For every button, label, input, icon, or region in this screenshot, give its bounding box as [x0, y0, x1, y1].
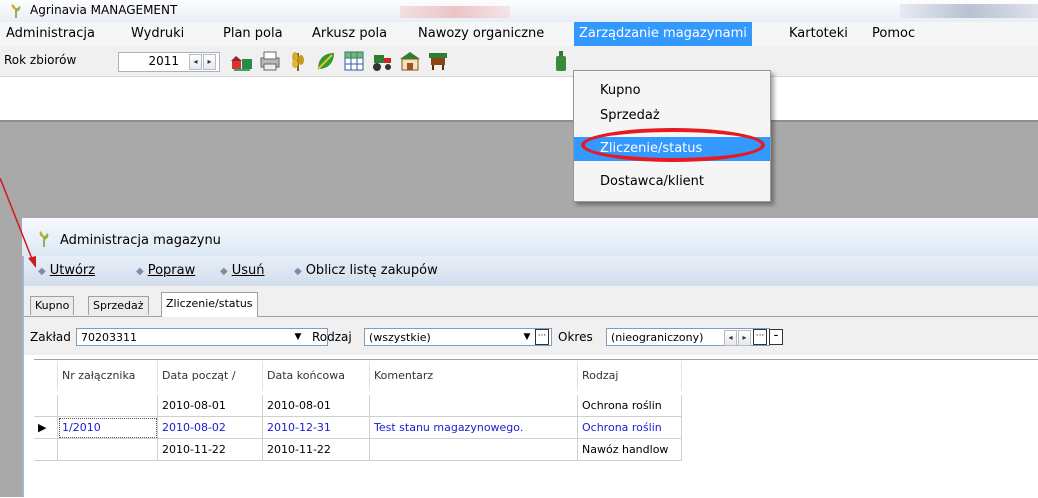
chevron-down-icon[interactable]: ▼ [520, 329, 534, 345]
spin-left-icon[interactable]: ◂ [189, 54, 202, 70]
cell-nr[interactable] [58, 395, 158, 417]
menuitem-dostawca-klient[interactable]: Dostawca/klient [574, 170, 770, 194]
mdi-background [0, 122, 1038, 218]
period-prev-icon[interactable]: ◂ [724, 330, 737, 346]
filter-bar: Zakład 70203311 ▼ Rodzaj (wszystkie) ▼ ·… [24, 317, 1038, 355]
col-header-nr[interactable]: Nr załącznika [58, 361, 158, 391]
cattle-icon[interactable] [426, 49, 450, 73]
tab-strip: Kupno Sprzedaż Zliczenie/status [24, 286, 1038, 317]
menu-plan-pola[interactable]: Plan pola [223, 26, 283, 41]
bullet-icon: ◆ [220, 266, 228, 277]
cell-comment[interactable]: Test stanu magazynowego. [370, 417, 578, 439]
action-calc-shopping-list[interactable]: ◆ Oblicz listę zakupów [294, 263, 438, 278]
printer-icon[interactable] [258, 49, 282, 73]
cell-start[interactable]: 2010-08-02 [158, 417, 263, 439]
warehouse-icon[interactable] [398, 49, 422, 73]
menu-administracja[interactable]: Administracja [6, 26, 95, 41]
chevron-down-icon[interactable]: ▼ [291, 329, 305, 345]
cell-nr[interactable]: 1/2010 [58, 417, 158, 439]
more-icon[interactable]: ··· [753, 329, 767, 345]
spreadsheet-icon[interactable] [342, 49, 366, 73]
cell-start[interactable]: 2010-11-22 [158, 439, 263, 461]
menuitem-kupno[interactable]: Kupno [574, 79, 770, 103]
app-logo-icon [11, 4, 21, 18]
period-next-icon[interactable]: ▸ [738, 330, 751, 346]
storage-window-titlebar: Administracja magazynu [22, 218, 1038, 256]
menuitem-sprzedaz[interactable]: Sprzedaż [574, 104, 770, 128]
menu-pomoc[interactable]: Pomoc [872, 26, 915, 41]
action-create[interactable]: ◆ Utwórz [38, 263, 95, 278]
menu-zarzadzanie-magazynami[interactable]: Zarządzanie magazynami [574, 22, 752, 46]
cell-comment[interactable] [370, 439, 578, 461]
cell-end[interactable]: 2010-12-31 [263, 417, 370, 439]
menu-kartoteki[interactable]: Kartoteki [789, 26, 848, 41]
cell-comment[interactable] [370, 395, 578, 417]
tab-sprzedaz[interactable]: Sprzedaż [88, 296, 149, 315]
storage-window-title: Administracja magazynu [60, 233, 221, 248]
annotation-ellipse [581, 128, 765, 162]
cell-type[interactable]: Ochrona roślin [578, 395, 682, 417]
spin-right-icon[interactable]: ▸ [203, 54, 216, 70]
toolbar: Rok zbiorów 2011 ◂ ▸ [0, 46, 1038, 77]
menu-arkusz-pola[interactable]: Arkusz pola [312, 26, 387, 41]
menu-nawozy-organiczne[interactable]: Nawozy organiczne [418, 26, 544, 41]
col-header-start[interactable]: Data począt / [158, 361, 263, 391]
tab-zliczenie-status[interactable]: Zliczenie/status [161, 292, 258, 317]
year-value: 2011 [148, 54, 179, 68]
clear-icon[interactable]: – [769, 329, 783, 345]
cell-end[interactable]: 2010-08-01 [263, 395, 370, 417]
tab-kupno[interactable]: Kupno [30, 296, 75, 315]
menu-bar: Administracja Wydruki Plan pola Arkusz p… [0, 22, 1038, 47]
action-edit[interactable]: ◆ Popraw [136, 263, 195, 278]
year-spinner[interactable]: 2011 ◂ ▸ [118, 52, 220, 72]
col-header-type[interactable]: Rodzaj [578, 361, 682, 391]
stock-grid: Nr załącznika Data począt / Data końcowa… [34, 359, 1038, 498]
row-pointer-icon: ▶ [34, 417, 58, 439]
more-icon[interactable]: ··· [535, 329, 549, 345]
bottle-icon[interactable] [554, 49, 568, 73]
col-header-end[interactable]: Data końcowa [263, 361, 370, 391]
cell-start[interactable]: 2010-08-01 [158, 395, 263, 417]
farm-icon[interactable] [230, 49, 254, 73]
col-header-comment[interactable]: Komentarz [370, 361, 578, 391]
cell-type[interactable]: Nawóz handlow [578, 439, 682, 461]
tractor-icon[interactable] [370, 49, 394, 73]
cell-type[interactable]: Ochrona roślin [578, 417, 682, 439]
grain-icon[interactable] [286, 49, 310, 73]
rodzaj-label: Rodzaj [312, 330, 352, 344]
bullet-icon: ◆ [294, 266, 302, 277]
title-bar: Agrinavia MANAGEMENT [0, 0, 1038, 23]
cell-end[interactable]: 2010-11-22 [263, 439, 370, 461]
window-title: Agrinavia MANAGEMENT [30, 3, 178, 17]
menu-wydruki[interactable]: Wydruki [131, 26, 184, 41]
field-icon[interactable] [314, 49, 338, 73]
annotation-arrow-icon [0, 178, 36, 268]
year-label: Rok zbiorów [4, 53, 77, 67]
action-bar: ◆ Utwórz ◆ Popraw ◆ Usuń ◆ Oblicz listę zaku… [24, 256, 1038, 286]
bullet-icon: ◆ [136, 266, 144, 277]
zaklad-label: Zakład [30, 330, 71, 344]
action-delete[interactable]: ◆ Usuń [220, 263, 264, 278]
cell-nr[interactable] [58, 439, 158, 461]
okres-label: Okres [558, 330, 593, 344]
